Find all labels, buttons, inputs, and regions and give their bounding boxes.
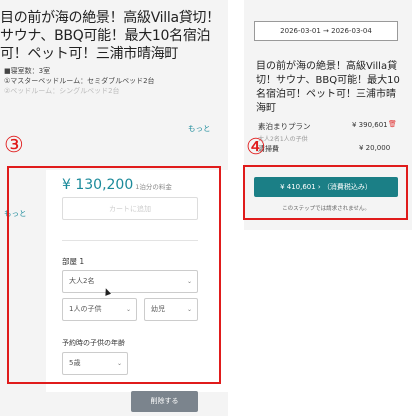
plan-name: 素泊まりプラン: [258, 122, 311, 131]
cleaning-fee-value: ¥ 20,000: [359, 144, 391, 152]
more-link[interactable]: もっと: [188, 123, 211, 134]
plan-price: ¥ 390,601: [352, 121, 388, 129]
annotation-number-4: ④: [246, 135, 266, 160]
annotation-box-3: [7, 166, 221, 384]
room-info-line: ②ベッドルーム：シングルベッド2台: [4, 87, 120, 95]
listing-detail-panel: 目の前が海の絶景！高級Villa貸切！サウナ、BBQ可能！最大10名宿泊可！ペッ…: [0, 0, 228, 416]
listing-title: 目の前が海の絶景！高級Villa貸切！サウナ、BBQ可能！最大10名宿泊可！ペッ…: [0, 10, 220, 62]
annotation-number-3: ③: [4, 133, 24, 158]
trash-icon[interactable]: 🗑: [388, 120, 397, 128]
room-info-line: ■寝室数：3室: [4, 67, 51, 75]
checkout-button[interactable]: ¥ 410,601 › （消費税込み）: [254, 177, 398, 197]
no-charge-note: このステップでは請求されません。: [282, 206, 370, 212]
date-range-field[interactable]: 2026-03-01 → 2026-03-04: [254, 21, 398, 41]
room-info: ■寝室数：3室 ①マスターベッドルーム：セミダブルベッド2台 ②ベッドルーム：シ…: [4, 66, 204, 96]
delete-button[interactable]: 削除する: [131, 391, 198, 412]
summary-title: 目の前が海の絶景！高級Villa貸切！サウナ、BBQ可能！最大10名宿泊可！ペッ…: [256, 61, 400, 114]
room-info-line: ①マスターベッドルーム：セミダブルベッド2台: [4, 77, 155, 85]
